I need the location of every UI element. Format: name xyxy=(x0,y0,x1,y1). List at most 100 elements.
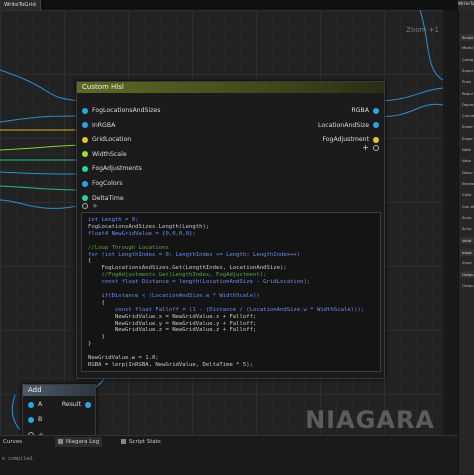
tab-niagara-log[interactable]: Niagara Log xyxy=(55,437,103,447)
pin-icon xyxy=(82,122,88,129)
pin-label: LocationAndSize xyxy=(318,121,369,129)
code-line: { xyxy=(88,258,92,265)
pin-label: FogColors xyxy=(92,180,123,187)
code-line: NewGridValue.z = NewGridValue.z + Fallof… xyxy=(88,327,257,334)
pin-icon xyxy=(82,180,88,187)
add-input-b[interactable]: B xyxy=(28,416,42,423)
pin-icon xyxy=(373,136,379,143)
output-pin[interactable]: RGBA xyxy=(351,107,379,114)
details-section-header[interactable]: Outpu xyxy=(460,271,474,279)
pin-label: InRGBA xyxy=(92,121,116,129)
details-row[interactable]: Exper xyxy=(462,136,473,141)
add-node[interactable]: Add A B Result + xyxy=(22,384,96,435)
code-line: } xyxy=(88,334,105,341)
details-row[interactable]: Modul xyxy=(462,45,473,50)
graph-scrollbar[interactable] xyxy=(443,10,458,435)
code-line: FogLocationsAndSizes.Length(Length); xyxy=(88,223,210,230)
hlsl-code-editor[interactable]: int Length = 0; FogLocationsAndSizes.Leng… xyxy=(81,212,381,372)
input-pin[interactable]: GridLocation xyxy=(82,136,131,143)
input-pin[interactable]: FogColors xyxy=(82,180,122,187)
node-title: Add xyxy=(23,385,95,396)
tab-label: Niagara Log xyxy=(66,439,100,445)
code-line: RGBA = lerp(InRGBA, NewGridValue, DeltaT… xyxy=(88,361,254,368)
output-pin[interactable]: LocationAndSize xyxy=(318,122,379,129)
graph-canvas[interactable]: Zoom +1 NIAGARA Custom Hlsl FogLocations… xyxy=(0,10,443,435)
code-line: { xyxy=(88,299,105,306)
code-line: NewGridValue.w = 1.0; xyxy=(88,355,159,362)
add-output-pin[interactable]: + xyxy=(362,143,379,152)
details-row[interactable]: Conve xyxy=(462,113,474,118)
pin-label: B xyxy=(38,416,43,423)
pin-label: GridLocation xyxy=(92,136,132,144)
input-pin[interactable]: InRGBA xyxy=(82,122,115,129)
details-row[interactable]: Categ xyxy=(462,57,473,62)
details-row[interactable]: Requi xyxy=(462,91,473,96)
pin-icon xyxy=(28,401,34,408)
add-output-result[interactable]: Result xyxy=(62,401,91,408)
pin-icon xyxy=(82,107,88,114)
details-row[interactable]: Colle xyxy=(462,192,471,197)
details-row[interactable]: Exper xyxy=(462,124,473,129)
title-bar: WriteToGrid WriteToG xyxy=(0,0,474,10)
pin-label: Result xyxy=(61,401,81,408)
code-line: NewGridValue.y = NewGridValue.y + Fallof… xyxy=(88,320,257,327)
code-line: //FogAdjustments.Get(LengthIndex, FogAdj… xyxy=(88,272,267,279)
node-title: Custom Hlsl xyxy=(77,82,384,93)
pin-label: FogLocationsAndSizes xyxy=(92,107,161,114)
code-line: int Length = 0; xyxy=(88,217,139,223)
pin-label: RGBA xyxy=(351,107,369,114)
document-tab[interactable]: WriteToGrid xyxy=(0,0,41,10)
stats-icon xyxy=(121,439,126,444)
details-row[interactable]: Input xyxy=(462,260,472,265)
niagara-watermark: NIAGARA xyxy=(305,406,435,434)
input-pin[interactable]: DeltaTime xyxy=(82,195,124,202)
tab-script-stats[interactable]: Script Stats xyxy=(118,437,164,447)
details-section-header[interactable]: Valid xyxy=(460,237,474,245)
tab-curves[interactable]: Curves xyxy=(0,437,25,447)
tab-label: Curves xyxy=(3,439,23,445)
details-row[interactable]: Suppr xyxy=(462,68,473,73)
pin-icon xyxy=(82,151,88,158)
input-pin[interactable]: FogLocationsAndSizes xyxy=(82,107,160,114)
add-input-pin[interactable]: + xyxy=(82,202,98,210)
details-row[interactable]: Provi xyxy=(462,79,471,84)
log-icon xyxy=(58,439,63,444)
code-line: const float Falloff = (1 - (Distance / (… xyxy=(88,306,365,313)
details-row[interactable]: Outpu xyxy=(462,283,474,288)
pin-icon xyxy=(82,165,88,172)
zoom-label: Zoom +1 xyxy=(406,26,439,34)
code-line: const float Distance = length(LocationAn… xyxy=(88,279,311,286)
plus-icon: + xyxy=(362,143,369,152)
pin-label: DeltaTime xyxy=(92,194,124,202)
details-row[interactable]: Note xyxy=(462,147,471,152)
custom-hlsl-node[interactable]: Custom Hlsl FogLocationsAndSizes InRGBA Gr… xyxy=(76,81,385,379)
details-panel[interactable]: Script Modul Categ Suppr Provi Requi Depre Conv… xyxy=(458,10,474,474)
details-row[interactable]: Can Al xyxy=(462,204,474,209)
details-row[interactable]: Keywo xyxy=(462,181,474,186)
details-row[interactable]: Note xyxy=(462,158,471,163)
bottom-panel: Curves Niagara Log Script Stats e compil… xyxy=(0,435,458,475)
pin-icon xyxy=(82,195,88,202)
pin-label: WidthScale xyxy=(92,150,127,158)
log-line: e compiled. xyxy=(2,456,36,462)
details-section-header[interactable]: Script xyxy=(460,34,474,41)
add-input-a[interactable]: A xyxy=(28,401,42,408)
pin-label: FogAdjustments xyxy=(92,165,142,173)
input-pin[interactable]: WidthScale xyxy=(82,151,127,158)
details-row[interactable]: Scrip xyxy=(462,226,472,231)
details-section-header[interactable]: Input xyxy=(460,248,474,256)
details-row[interactable]: Scrip xyxy=(462,215,472,220)
pin-icon xyxy=(82,136,88,143)
code-line: //Loop Through Locations xyxy=(88,244,169,251)
pin-icon xyxy=(373,122,379,129)
right-panel-tab[interactable]: WriteToG xyxy=(458,0,474,10)
details-row[interactable]: Descr xyxy=(462,170,473,175)
details-row[interactable]: Depre xyxy=(462,102,473,107)
code-line: NewGridValue.x = NewGridValue.x + Fallof… xyxy=(88,313,257,320)
tab-label: Script Stats xyxy=(129,439,161,445)
input-pin[interactable]: FogAdjustments xyxy=(82,165,142,172)
pin-icon xyxy=(373,107,379,114)
